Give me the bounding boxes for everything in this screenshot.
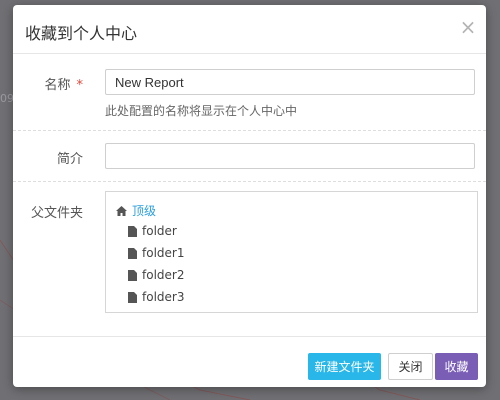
tree-item-folder3[interactable]: folder3 [128,290,184,304]
tree-item-folder1[interactable]: folder1 [128,246,184,260]
description-input[interactable] [105,143,475,169]
close-button[interactable]: 关闭 [388,353,433,380]
dialog-title: 收藏到个人中心 [25,24,138,43]
required-mark: * [76,78,84,93]
description-row: 简介 [13,131,486,182]
home-icon [116,205,127,216]
name-row: 名称 * 此处配置的名称将显示在个人中心中 [13,54,486,131]
close-icon[interactable]: × [458,17,478,37]
file-icon [128,291,137,303]
file-icon [128,269,137,281]
description-label: 简介 [56,152,83,167]
folder-tree: 顶级 folder folder1 folder2 folder3 [105,191,478,313]
dialog-header: 收藏到个人中心 × [13,5,486,54]
collect-button[interactable]: 收藏 [435,353,478,380]
new-folder-button[interactable]: 新建文件夹 [308,353,381,380]
name-label-wrap: 名称 * [13,74,83,93]
name-label: 名称 [44,78,71,93]
file-icon [128,247,137,259]
name-input[interactable] [105,69,475,95]
tree-root-label: 顶级 [132,204,157,218]
tree-item-folder[interactable]: folder [128,224,177,238]
file-icon [128,225,137,237]
name-hint: 此处配置的名称将显示在个人中心中 [105,104,298,118]
tree-root-item[interactable]: 顶级 [116,202,156,219]
tree-item-label: folder1 [142,246,185,260]
background-label: 09 [0,92,14,105]
tree-item-label: folder3 [142,290,185,304]
tree-item-label: folder [142,224,177,238]
parent-folder-label: 父文件夹 [30,206,83,221]
tree-item-folder2[interactable]: folder2 [128,268,184,282]
dialog-footer: 新建文件夹 关闭 收藏 [13,336,486,388]
tree-item-label: folder2 [142,268,185,282]
favorite-dialog: 收藏到个人中心 × 名称 * 此处配置的名称将显示在个人中心中 简介 父文件夹 顶… [13,5,486,387]
parent-folder-row: 父文件夹 顶级 folder folder1 folder2 folder3 [13,182,486,334]
